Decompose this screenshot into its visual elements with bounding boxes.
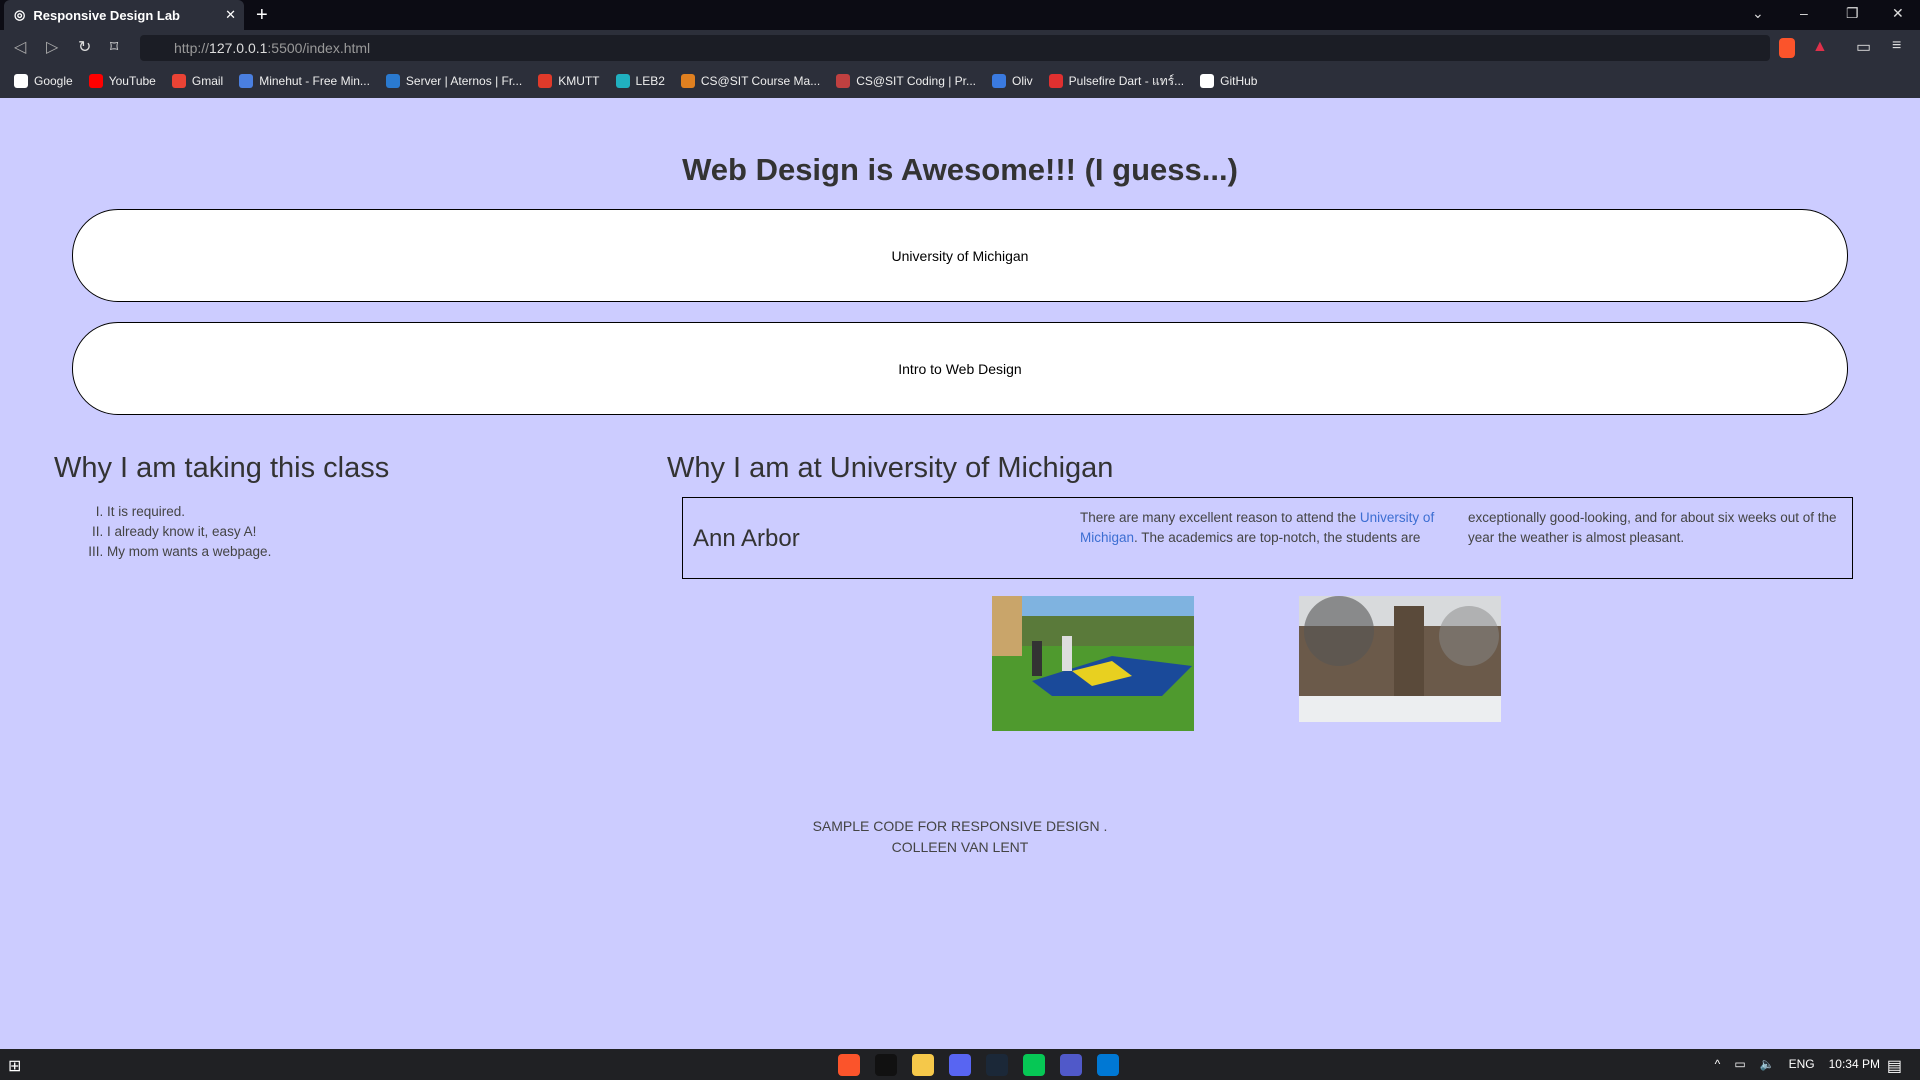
bookmark-label: YouTube <box>108 74 156 88</box>
tab-strip <box>0 0 1920 30</box>
bookmark-favicon-icon <box>239 74 254 88</box>
bookmark-label: CS@SIT Course Ma... <box>700 74 821 88</box>
bookmark-label: Gmail <box>191 74 224 88</box>
bookmark-favicon-icon <box>992 74 1006 88</box>
discord-icon[interactable] <box>949 1054 971 1076</box>
bookmark-icon[interactable]: ⌑ <box>110 37 118 57</box>
text: There are many excellent reason to atten… <box>1080 510 1360 525</box>
list-item: My mom wants a webpage. <box>107 542 271 562</box>
url-prefix: http:// <box>174 40 210 56</box>
course-box: Intro to Web Design <box>72 322 1848 415</box>
teams-icon[interactable] <box>1060 1054 1082 1076</box>
university-box: University of Michigan <box>72 209 1848 302</box>
card-title: Ann Arbor <box>693 525 800 552</box>
minimize-button[interactable]: – <box>1800 5 1808 21</box>
bookmark-item[interactable]: LEB2 <box>615 74 665 88</box>
bookmark-favicon-icon <box>14 74 28 88</box>
bookmark-label: Oliv <box>1012 74 1033 88</box>
system-tray: ^ ▭ 🔈 ENG 10:34 PM <box>1715 1057 1880 1071</box>
bookmark-item[interactable]: YouTube <box>88 74 156 88</box>
course-label: Intro to Web Design <box>898 360 1022 377</box>
browser-tab[interactable]: ◎ Responsive Design Lab ✕ <box>4 0 244 30</box>
bookmark-favicon-icon <box>385 74 400 88</box>
bookmark-label: Google <box>34 74 73 88</box>
bookmark-favicon-icon <box>1048 74 1063 88</box>
bookmark-favicon-icon <box>538 74 553 88</box>
bookmark-favicon-icon <box>171 74 186 88</box>
close-window-button[interactable]: ✕ <box>1892 5 1904 22</box>
notification-icon[interactable]: ▤ <box>1887 1056 1902 1076</box>
volume-icon[interactable]: 🔈 <box>1760 1057 1775 1071</box>
bookmark-favicon-icon <box>1200 74 1215 88</box>
chevron-up-icon[interactable]: ^ <box>1715 1057 1721 1071</box>
bookmark-item[interactable]: GitHub <box>1200 74 1257 88</box>
footer-line: SAMPLE CODE FOR RESPONSIVE DESIGN . <box>812 818 1108 834</box>
bookmark-item[interactable]: Oliv <box>992 74 1033 88</box>
menu-icon[interactable]: ≡ <box>1892 37 1901 55</box>
bookmark-item[interactable]: Gmail <box>171 74 224 88</box>
brave-icon[interactable] <box>838 1054 860 1076</box>
app-red-icon[interactable] <box>875 1054 897 1076</box>
bookmark-favicon-icon <box>680 74 695 88</box>
bookmark-item[interactable]: Google <box>14 74 73 88</box>
bookmark-label: Minehut - Free Min... <box>259 74 370 88</box>
left-heading: Why I am taking this class <box>54 452 390 484</box>
close-tab-icon[interactable]: ✕ <box>225 7 236 23</box>
university-label: University of Michigan <box>891 247 1029 264</box>
bookmark-label: KMUTT <box>558 74 600 88</box>
vscode-icon[interactable] <box>1097 1054 1119 1076</box>
globe-icon: ◎ <box>14 7 26 22</box>
tab-title: Responsive Design Lab <box>33 7 180 23</box>
brave-rewards-icon[interactable]: ▲ <box>1812 38 1828 56</box>
reload-icon[interactable]: ↻ <box>78 37 91 57</box>
bookmarks-bar: Google YouTube Gmail Minehut - Free Min... S… <box>0 64 1920 98</box>
bookmark-item[interactable]: Server | Aternos | Fr... <box>385 74 523 88</box>
line-icon[interactable] <box>1023 1054 1045 1076</box>
bookmark-label: LEB2 <box>635 74 665 88</box>
bookmark-label: CS@SIT Coding | Pr... <box>856 74 976 88</box>
footer-author: COLLEEN VAN LENT <box>891 839 1029 855</box>
bookmark-item[interactable]: KMUTT <box>538 74 600 88</box>
list-item: I already know it, easy A! <box>107 522 271 542</box>
page-title: Web Design is Awesome!!! (I guess...) <box>682 152 1238 187</box>
bookmark-item[interactable]: CS@SIT Coding | Pr... <box>836 74 976 88</box>
bookmark-item[interactable]: Minehut - Free Min... <box>239 74 370 88</box>
bookmark-item[interactable]: Pulsefire Dart - แทร์... <box>1048 72 1185 91</box>
brave-shields-icon[interactable] <box>1779 38 1795 58</box>
winter-building-image <box>1299 596 1501 722</box>
right-heading: Why I am at University of Michigan <box>667 452 1114 484</box>
new-tab-button[interactable]: + <box>256 4 268 27</box>
bookmark-item[interactable]: CS@SIT Course Ma... <box>680 74 821 88</box>
bookmark-label: GitHub <box>1220 74 1258 88</box>
bookmark-label: Server | Aternos | Fr... <box>405 74 523 88</box>
reasons-list: It is required. I already know it, easy … <box>107 502 271 562</box>
tab-list-icon[interactable]: ⌄ <box>1752 5 1764 22</box>
text: . The academics are top-notch, the stude… <box>1134 530 1421 545</box>
language-indicator[interactable]: ENG <box>1789 1057 1815 1071</box>
url-host: 127.0.0.1 <box>209 40 268 56</box>
solar-car-image <box>992 596 1194 731</box>
bookmark-favicon-icon <box>615 74 630 88</box>
bookmark-favicon-icon <box>88 74 103 88</box>
forward-icon[interactable]: ▷ <box>46 37 58 57</box>
list-item: It is required. <box>107 502 271 522</box>
url-path: :5500/index.html <box>267 40 371 56</box>
network-icon[interactable]: ▭ <box>1734 1057 1745 1071</box>
restore-button[interactable]: ❐ <box>1846 5 1859 22</box>
card-text-column-1: There are many excellent reason to atten… <box>1080 508 1455 548</box>
footer: SAMPLE CODE FOR RESPONSIVE DESIGN . COLLE… <box>0 816 1920 858</box>
windows-start-icon[interactable]: ⊞ <box>8 1056 21 1076</box>
wallet-icon[interactable]: ▭ <box>1856 37 1871 57</box>
clock[interactable]: 10:34 PM <box>1829 1057 1880 1071</box>
back-icon[interactable]: ◁ <box>14 37 26 57</box>
bookmark-favicon-icon <box>836 74 851 88</box>
card-text-column-2: exceptionally good-looking, and for abou… <box>1468 510 1837 545</box>
file-explorer-icon[interactable] <box>912 1054 934 1076</box>
bookmark-label: Pulsefire Dart - แทร์... <box>1068 73 1185 88</box>
address-bar[interactable]: http://127.0.0.1:5500/index.html <box>140 35 1770 61</box>
steam-icon[interactable] <box>986 1054 1008 1076</box>
